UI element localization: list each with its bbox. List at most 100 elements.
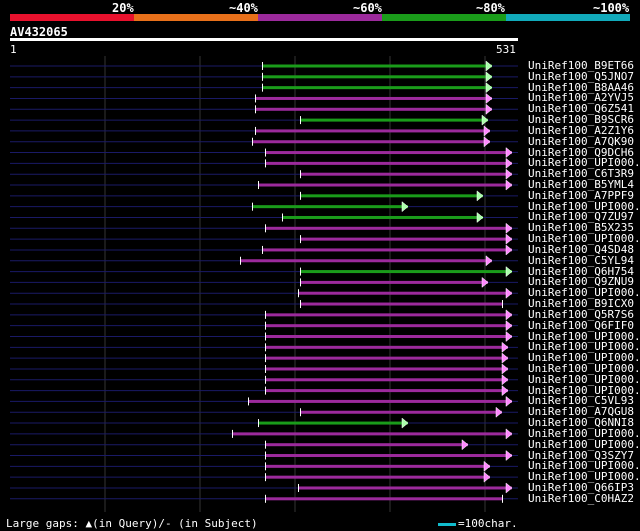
hit-bar[interactable] xyxy=(300,194,483,198)
hit-arrow xyxy=(485,103,493,115)
hit-bar[interactable] xyxy=(300,410,502,414)
hit-start-tick xyxy=(298,483,299,492)
hit-bar[interactable] xyxy=(265,497,502,501)
hit-arrow xyxy=(483,136,491,148)
hit-start-tick xyxy=(265,440,266,449)
hit-bar[interactable] xyxy=(252,140,490,144)
hit-bar[interactable] xyxy=(282,215,483,219)
hit-bar[interactable] xyxy=(265,454,512,458)
hit-bar[interactable] xyxy=(298,486,512,490)
hit-bar[interactable] xyxy=(265,313,512,317)
hit-arrow xyxy=(505,320,513,332)
scale-legend-text: =100char. xyxy=(458,517,518,530)
hit-bar[interactable] xyxy=(265,443,468,447)
hit-bar[interactable] xyxy=(265,378,508,382)
hit-bar[interactable] xyxy=(300,302,502,306)
hit-end-tick xyxy=(502,494,503,503)
hit-arrow xyxy=(505,482,513,494)
hit-start-tick xyxy=(265,462,266,471)
hit-start-tick xyxy=(300,116,301,125)
hit-start-tick xyxy=(300,278,301,287)
hit-bar[interactable] xyxy=(255,129,490,133)
hit-bar[interactable] xyxy=(262,248,512,252)
hit-start-tick xyxy=(265,451,266,460)
hit-start-tick xyxy=(265,310,266,319)
hit-bar[interactable] xyxy=(265,389,508,393)
hit-arrow xyxy=(501,385,509,397)
hit-arrow xyxy=(505,309,513,321)
hit-start-tick xyxy=(240,256,241,265)
hit-bar[interactable] xyxy=(265,324,512,328)
hit-start-tick xyxy=(265,321,266,330)
hit-start-tick xyxy=(265,494,266,503)
hit-start-tick xyxy=(300,300,301,309)
hit-arrow xyxy=(505,222,513,234)
hit-bar[interactable] xyxy=(265,226,512,230)
hit-bar[interactable] xyxy=(300,280,488,284)
hit-start-tick xyxy=(248,397,249,406)
hit-arrow xyxy=(505,147,513,159)
hit-bar[interactable] xyxy=(248,399,512,403)
hit-bar[interactable] xyxy=(262,64,492,68)
hit-bar[interactable] xyxy=(265,151,512,155)
legend-pct-100: ~100% xyxy=(593,1,630,15)
hit-start-tick xyxy=(258,181,259,190)
hit-bar[interactable] xyxy=(298,291,512,295)
hit-arrow xyxy=(505,428,513,440)
hit-start-tick xyxy=(300,170,301,179)
hit-bar[interactable] xyxy=(265,345,508,349)
hit-bar[interactable] xyxy=(265,475,490,479)
hit-bar[interactable] xyxy=(255,96,492,100)
hit-arrow xyxy=(401,201,409,213)
hit-arrow xyxy=(495,406,503,418)
query-name: AV432065 xyxy=(10,25,68,39)
hit-bar[interactable] xyxy=(265,335,512,338)
hit-bar[interactable] xyxy=(258,421,408,425)
hit-start-tick xyxy=(262,72,263,81)
hit-bar[interactable] xyxy=(232,432,512,436)
hit-start-tick xyxy=(262,83,263,92)
scale-legend-bar xyxy=(438,522,456,526)
hit-start-tick xyxy=(265,473,266,482)
hit-arrow xyxy=(505,266,513,278)
hit-arrow xyxy=(401,417,409,429)
hit-arrow xyxy=(505,330,513,343)
query-scale-line xyxy=(10,38,518,41)
hit-start-tick xyxy=(300,408,301,417)
hit-start-tick xyxy=(262,62,263,70)
hit-bar[interactable] xyxy=(240,259,492,263)
hit-bar[interactable] xyxy=(300,118,488,122)
hit-start-tick xyxy=(255,94,256,103)
hit-bar[interactable] xyxy=(265,356,508,360)
hit-start-tick xyxy=(265,364,266,373)
hit-arrow xyxy=(501,363,509,375)
hit-bar[interactable] xyxy=(265,161,512,165)
hit-start-tick xyxy=(255,126,256,135)
hit-bar[interactable] xyxy=(262,86,492,90)
hit-arrow xyxy=(505,287,513,299)
hit-arrow xyxy=(501,352,509,364)
scale-start: 1 xyxy=(10,43,17,56)
hit-bar[interactable] xyxy=(300,270,512,274)
hit-bar[interactable] xyxy=(265,464,490,468)
hit-bar[interactable] xyxy=(258,183,512,187)
legend-color-orange xyxy=(134,14,258,21)
hit-arrow xyxy=(483,125,491,137)
legend-color-green xyxy=(382,14,506,21)
hit-start-tick xyxy=(300,191,301,200)
hit-arrow xyxy=(483,460,491,472)
legend-color-purple xyxy=(258,14,382,21)
hit-bar[interactable] xyxy=(300,237,512,241)
legend-color-cyan xyxy=(506,14,630,21)
hit-start-tick xyxy=(265,148,266,157)
hit-arrow xyxy=(483,471,491,483)
hit-bar[interactable] xyxy=(255,107,492,111)
hit-arrow xyxy=(501,341,509,353)
hit-arrow xyxy=(485,255,493,267)
hit-arrow xyxy=(505,179,513,191)
hit-bar[interactable] xyxy=(252,205,408,209)
hit-label[interactable]: UniRef100_C0HAZ2 xyxy=(528,493,634,504)
hit-bar[interactable] xyxy=(300,172,512,176)
hit-bar[interactable] xyxy=(265,367,508,371)
hit-bar[interactable] xyxy=(262,75,492,79)
